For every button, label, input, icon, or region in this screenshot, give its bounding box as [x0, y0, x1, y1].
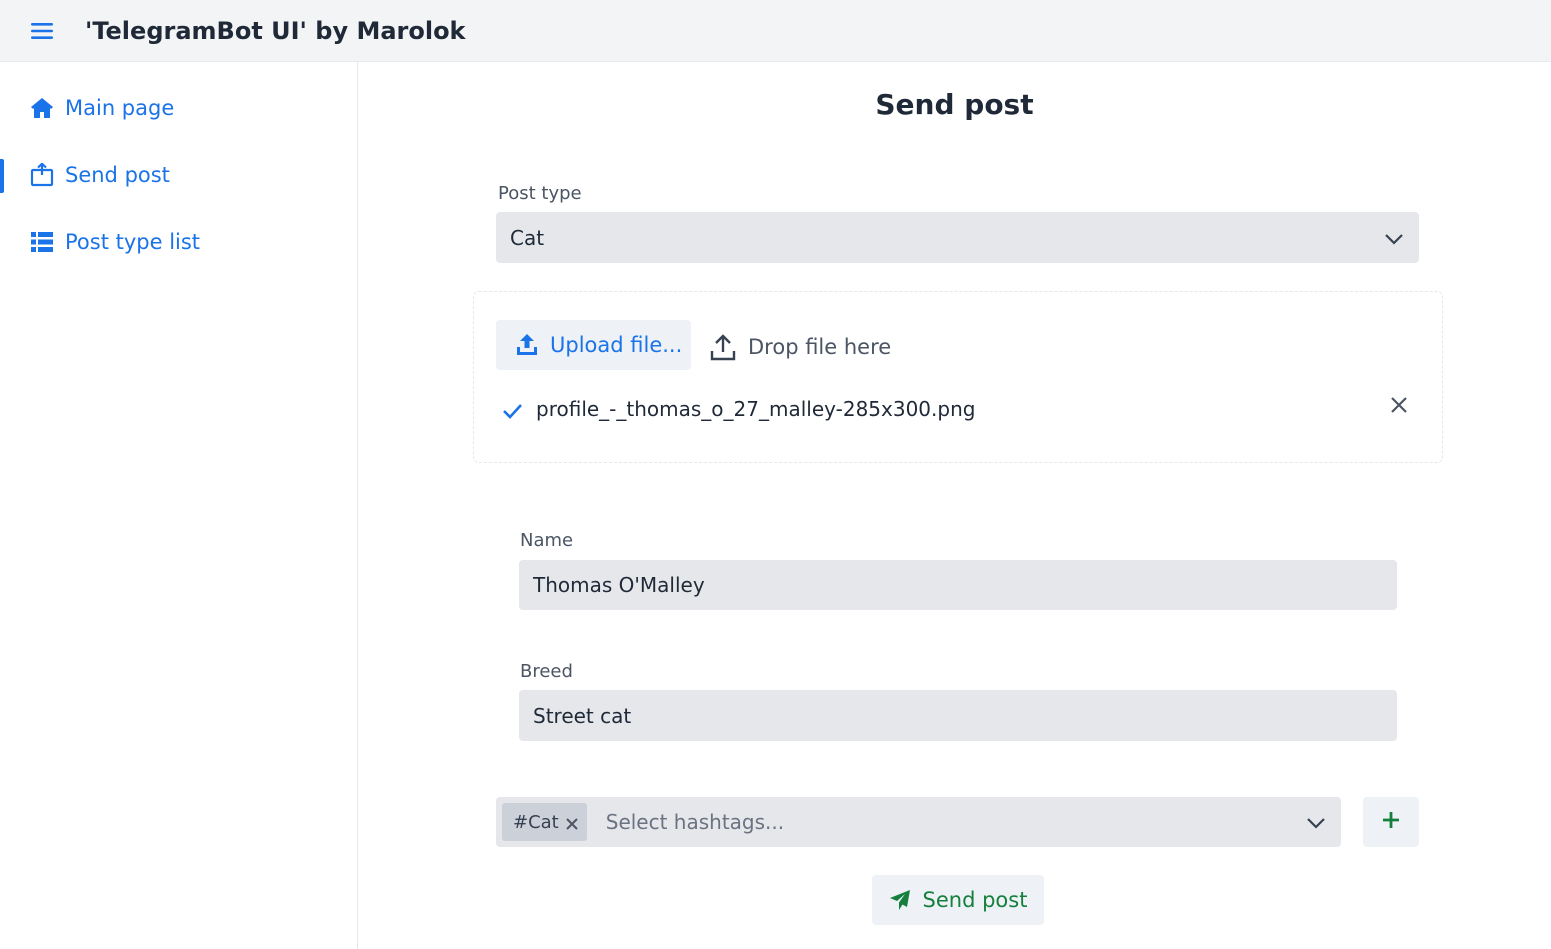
sidebar-item-label: Post type list — [65, 230, 201, 254]
send-post-icon — [30, 163, 54, 187]
sidebar-item-label: Main page — [65, 96, 175, 120]
paper-plane-icon — [889, 889, 911, 911]
sidebar-item-label: Send post — [65, 163, 170, 187]
breed-input[interactable] — [519, 690, 1397, 741]
list-icon — [30, 230, 54, 254]
remove-hashtag-icon[interactable] — [565, 815, 579, 830]
check-icon — [500, 399, 524, 423]
send-post-button-label: Send post — [922, 888, 1028, 912]
upload-icon — [516, 333, 538, 357]
top-bar: 'TelegramBot UI' by Marolok — [0, 0, 1551, 62]
drop-file-label: Drop file here — [748, 335, 892, 359]
chevron-down-icon — [1383, 231, 1405, 245]
sidebar: Main page Send post Post type list — [0, 62, 358, 949]
sidebar-item-send-post[interactable]: Send post — [0, 152, 357, 198]
sidebar-item-post-type-list[interactable]: Post type list — [0, 219, 357, 265]
hamburger-menu-icon[interactable] — [22, 12, 62, 50]
sidebar-item-main-page[interactable]: Main page — [0, 85, 357, 131]
upload-file-button[interactable]: Upload file... — [496, 320, 691, 370]
file-upload-dropzone[interactable] — [473, 291, 1443, 463]
post-type-select[interactable]: Cat — [496, 212, 1419, 263]
hashtag-chip-label: #Cat — [513, 811, 559, 833]
app-title: 'TelegramBot UI' by Marolok — [85, 17, 466, 45]
uploaded-file-item: profile_-_thomas_o_27_malley-285x300.png — [500, 392, 1420, 426]
home-icon — [30, 96, 54, 120]
close-icon[interactable] — [1384, 392, 1414, 418]
name-label: Name — [520, 530, 574, 551]
upload-arrow-icon — [710, 333, 736, 361]
drop-file-hint: Drop file here — [710, 330, 891, 364]
hashtag-chip: #Cat — [502, 803, 587, 841]
breed-label: Breed — [520, 661, 573, 682]
add-hashtag-button[interactable] — [1363, 797, 1419, 847]
send-post-button[interactable]: Send post — [872, 875, 1044, 925]
chevron-down-icon — [1305, 815, 1327, 829]
hashtags-select[interactable]: #Cat Select hashtags... — [496, 797, 1341, 847]
name-input[interactable] — [519, 560, 1397, 610]
page-title: Send post — [875, 88, 1034, 121]
uploaded-file-name: profile_-_thomas_o_27_malley-285x300.png — [536, 397, 976, 421]
upload-button-label: Upload file... — [550, 333, 683, 357]
post-type-label: Post type — [498, 183, 582, 204]
hashtags-placeholder: Select hashtags... — [605, 810, 785, 834]
plus-icon — [1381, 810, 1401, 834]
post-type-value: Cat — [510, 225, 545, 250]
